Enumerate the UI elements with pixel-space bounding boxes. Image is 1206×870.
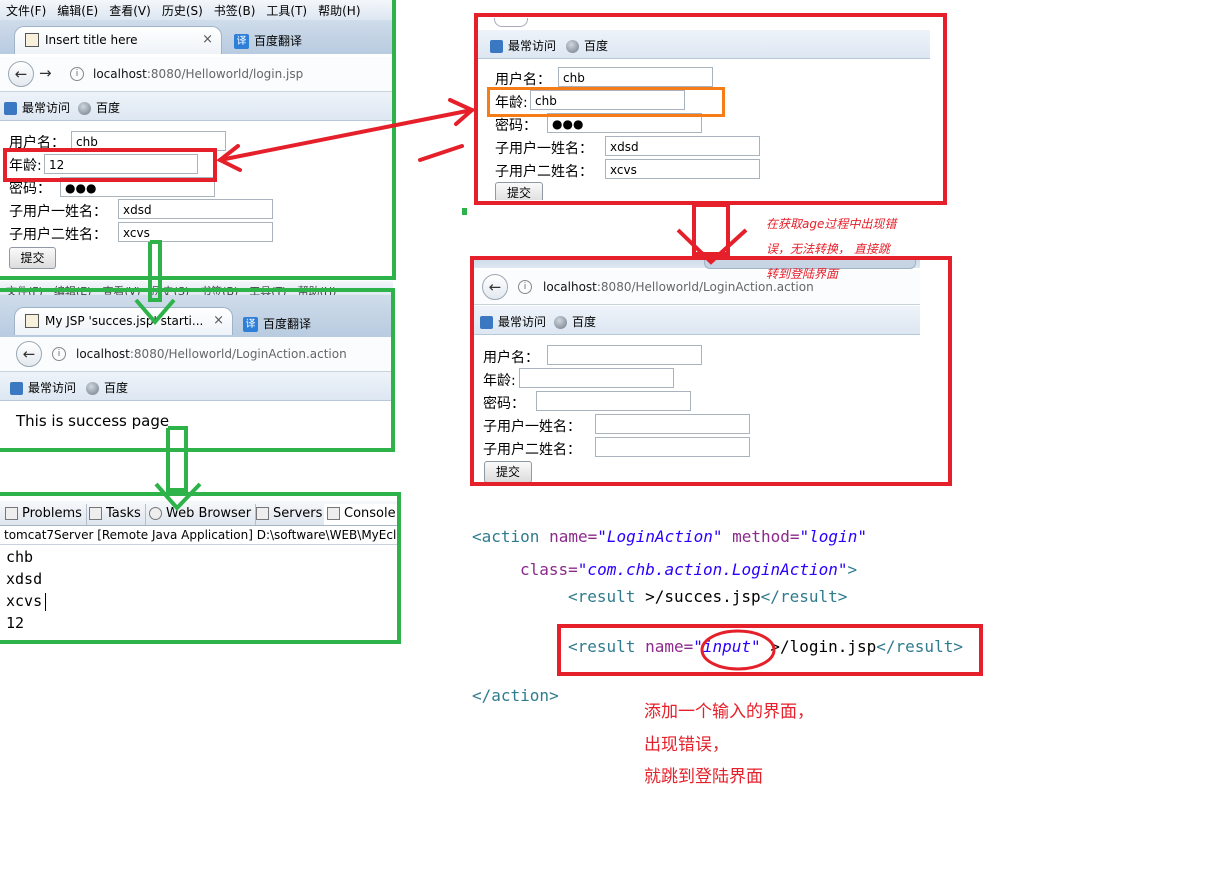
input-circle xyxy=(700,629,776,671)
arrow-overlay xyxy=(134,98,776,671)
arrow-red-down xyxy=(676,203,748,265)
arrow-green-down-1 xyxy=(134,240,176,326)
arrow-age-to-bad-age xyxy=(216,98,476,172)
stray-mark xyxy=(462,208,467,215)
arrow-green-down-2 xyxy=(154,426,202,511)
